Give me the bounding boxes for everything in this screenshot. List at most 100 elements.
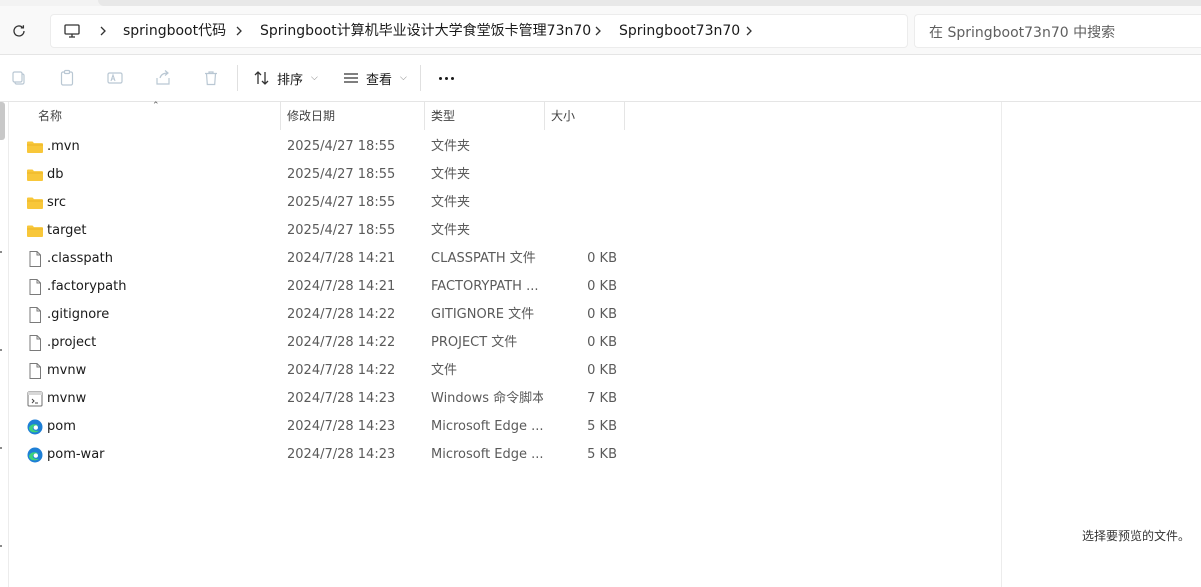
chevron-down-icon: ⌵ xyxy=(311,73,318,83)
rename-button[interactable] xyxy=(104,67,126,89)
preview-pane: 选择要预览的文件。 xyxy=(1001,102,1201,587)
file-type: 文件夹 xyxy=(431,195,471,210)
folder-icon xyxy=(26,223,44,239)
file-size xyxy=(547,161,617,189)
file-date-modified: 2024/7/28 14:22 xyxy=(287,307,396,322)
file-size: 5 KB xyxy=(587,419,617,434)
file-row[interactable]: .classpath 2024/7/28 14:21 CLASSPATH 文件 0 K… xyxy=(9,245,1000,273)
file-size: 0 KB xyxy=(587,335,617,350)
file-name: .classpath xyxy=(47,251,113,266)
file-icon xyxy=(26,279,44,295)
column-header-size[interactable]: 大小 xyxy=(545,102,625,130)
toolbar-divider xyxy=(237,65,238,91)
breadcrumb-project-folder[interactable]: Springboot计算机毕业设计大学食堂饭卡管理73n70 xyxy=(260,22,591,40)
file-size: 0 KB xyxy=(587,279,617,294)
rename-icon xyxy=(107,72,123,84)
file-size: 0 KB xyxy=(587,251,617,266)
column-header-date[interactable]: 修改日期 xyxy=(281,102,425,130)
file-row[interactable]: .project 2024/7/28 14:22 PROJECT 文件 0 KB xyxy=(9,329,1000,357)
file-row[interactable]: db 2025/4/27 18:55 文件夹 xyxy=(9,161,1000,189)
chevron-right-icon[interactable] xyxy=(743,24,755,38)
file-date-modified: 2025/4/27 18:55 xyxy=(287,139,396,154)
file-size: 7 KB xyxy=(587,391,617,406)
file-date-modified: 2024/7/28 14:22 xyxy=(287,335,396,350)
file-name: db xyxy=(47,167,64,182)
search-placeholder: 在 Springboot73n70 中搜索 xyxy=(929,25,1116,41)
paste-icon xyxy=(60,69,74,86)
more-icon xyxy=(438,76,454,80)
file-name: .mvn xyxy=(47,139,80,154)
share-button[interactable] xyxy=(152,67,174,89)
view-label: 查看 xyxy=(366,72,393,88)
address-bar[interactable]: springboot代码 Springboot计算机毕业设计大学食堂饭卡管理73… xyxy=(50,14,908,48)
file-type: Microsoft Edge ... xyxy=(431,447,543,462)
this-pc-icon[interactable] xyxy=(63,22,81,40)
file-type: PROJECT 文件 xyxy=(431,335,518,350)
column-header-name[interactable]: 名称 xyxy=(9,102,281,130)
edge-icon xyxy=(26,447,44,463)
column-header-type[interactable]: 类型 xyxy=(425,102,545,130)
view-menu-button[interactable]: 查看 ⌵ xyxy=(342,67,407,89)
file-name: .gitignore xyxy=(47,307,110,322)
file-row[interactable]: .mvn 2025/4/27 18:55 文件夹 xyxy=(9,133,1000,161)
file-type: CLASSPATH 文件 xyxy=(431,251,536,266)
file-row[interactable]: target 2025/4/27 18:55 文件夹 xyxy=(9,217,1000,245)
file-name: target xyxy=(47,223,87,238)
breadcrumb-current-folder[interactable]: Springboot73n70 xyxy=(619,22,740,40)
delete-icon xyxy=(205,71,217,86)
copy-icon xyxy=(12,71,25,85)
file-name: mvnw xyxy=(47,391,87,406)
preview-message: 选择要预览的文件。 xyxy=(1081,529,1190,543)
delete-button[interactable] xyxy=(200,67,222,89)
sort-icon xyxy=(254,71,269,85)
file-name: .factorypath xyxy=(47,279,127,294)
file-date-modified: 2024/7/28 14:23 xyxy=(287,447,396,462)
navigation-pane-scrollbar[interactable] xyxy=(0,102,5,140)
file-icon xyxy=(26,307,44,323)
sort-menu-button[interactable]: 排序 ⌵ xyxy=(253,67,318,89)
file-name: pom xyxy=(47,419,76,434)
file-name: src xyxy=(47,195,66,210)
command-bar: 排序 ⌵ 查看 ⌵ xyxy=(0,55,1201,102)
file-type: GITIGNORE 文件 xyxy=(431,307,535,322)
share-icon xyxy=(156,70,170,85)
search-box[interactable]: 在 Springboot73n70 中搜索 xyxy=(914,14,1201,48)
file-row[interactable]: .gitignore 2024/7/28 14:22 GITIGNORE 文件 0 K… xyxy=(9,301,1000,329)
file-row[interactable]: mvnw 2024/7/28 14:22 文件 0 KB xyxy=(9,357,1000,385)
file-row[interactable]: mvnw 2024/7/28 14:23 Windows 命令脚本 7 KB xyxy=(9,385,1000,413)
file-type: Microsoft Edge ... xyxy=(431,419,543,434)
folder-icon xyxy=(26,139,44,155)
nav-pane-marker xyxy=(0,251,2,253)
file-row[interactable]: .factorypath 2024/7/28 14:21 FACTORYPATH .… xyxy=(9,273,1000,301)
nav-pane-marker xyxy=(0,349,2,351)
file-date-modified: 2025/4/27 18:55 xyxy=(287,167,396,182)
paste-button[interactable] xyxy=(56,67,78,89)
script-icon xyxy=(26,391,44,407)
file-list: ⌃ 名称 修改日期 类型 大小 .mvn 2025/4/27 18:55 文件夹 db… xyxy=(9,101,1000,587)
file-row[interactable]: pom-war 2024/7/28 14:23 Microsoft Edge ...… xyxy=(9,441,1000,469)
breadcrumb-springboot-code[interactable]: springboot代码 xyxy=(123,22,226,40)
chevron-down-icon: ⌵ xyxy=(400,73,407,83)
file-name: .project xyxy=(47,335,97,350)
file-icon xyxy=(26,335,44,351)
chevron-right-icon[interactable] xyxy=(592,24,604,38)
sort-label: 排序 xyxy=(277,72,304,88)
file-type: FACTORYPATH ... xyxy=(431,279,539,294)
file-type: 文件 xyxy=(431,363,458,378)
file-row[interactable]: pom 2024/7/28 14:23 Microsoft Edge ... 5 KB xyxy=(9,413,1000,441)
file-date-modified: 2025/4/27 18:55 xyxy=(287,195,396,210)
more-options-button[interactable] xyxy=(434,67,458,89)
file-row[interactable]: src 2025/4/27 18:55 文件夹 xyxy=(9,189,1000,217)
refresh-icon xyxy=(13,25,25,37)
file-date-modified: 2024/7/28 14:21 xyxy=(287,279,396,294)
copy-button[interactable] xyxy=(8,67,30,89)
refresh-button[interactable] xyxy=(8,20,30,42)
file-size: 5 KB xyxy=(587,447,617,462)
nav-pane-marker xyxy=(0,447,2,449)
file-type: 文件夹 xyxy=(431,223,471,238)
chevron-right-icon[interactable] xyxy=(97,24,109,38)
toolbar-divider xyxy=(420,65,421,91)
file-icon xyxy=(26,251,44,267)
chevron-right-icon[interactable] xyxy=(233,24,245,38)
file-date-modified: 2024/7/28 14:23 xyxy=(287,391,396,406)
